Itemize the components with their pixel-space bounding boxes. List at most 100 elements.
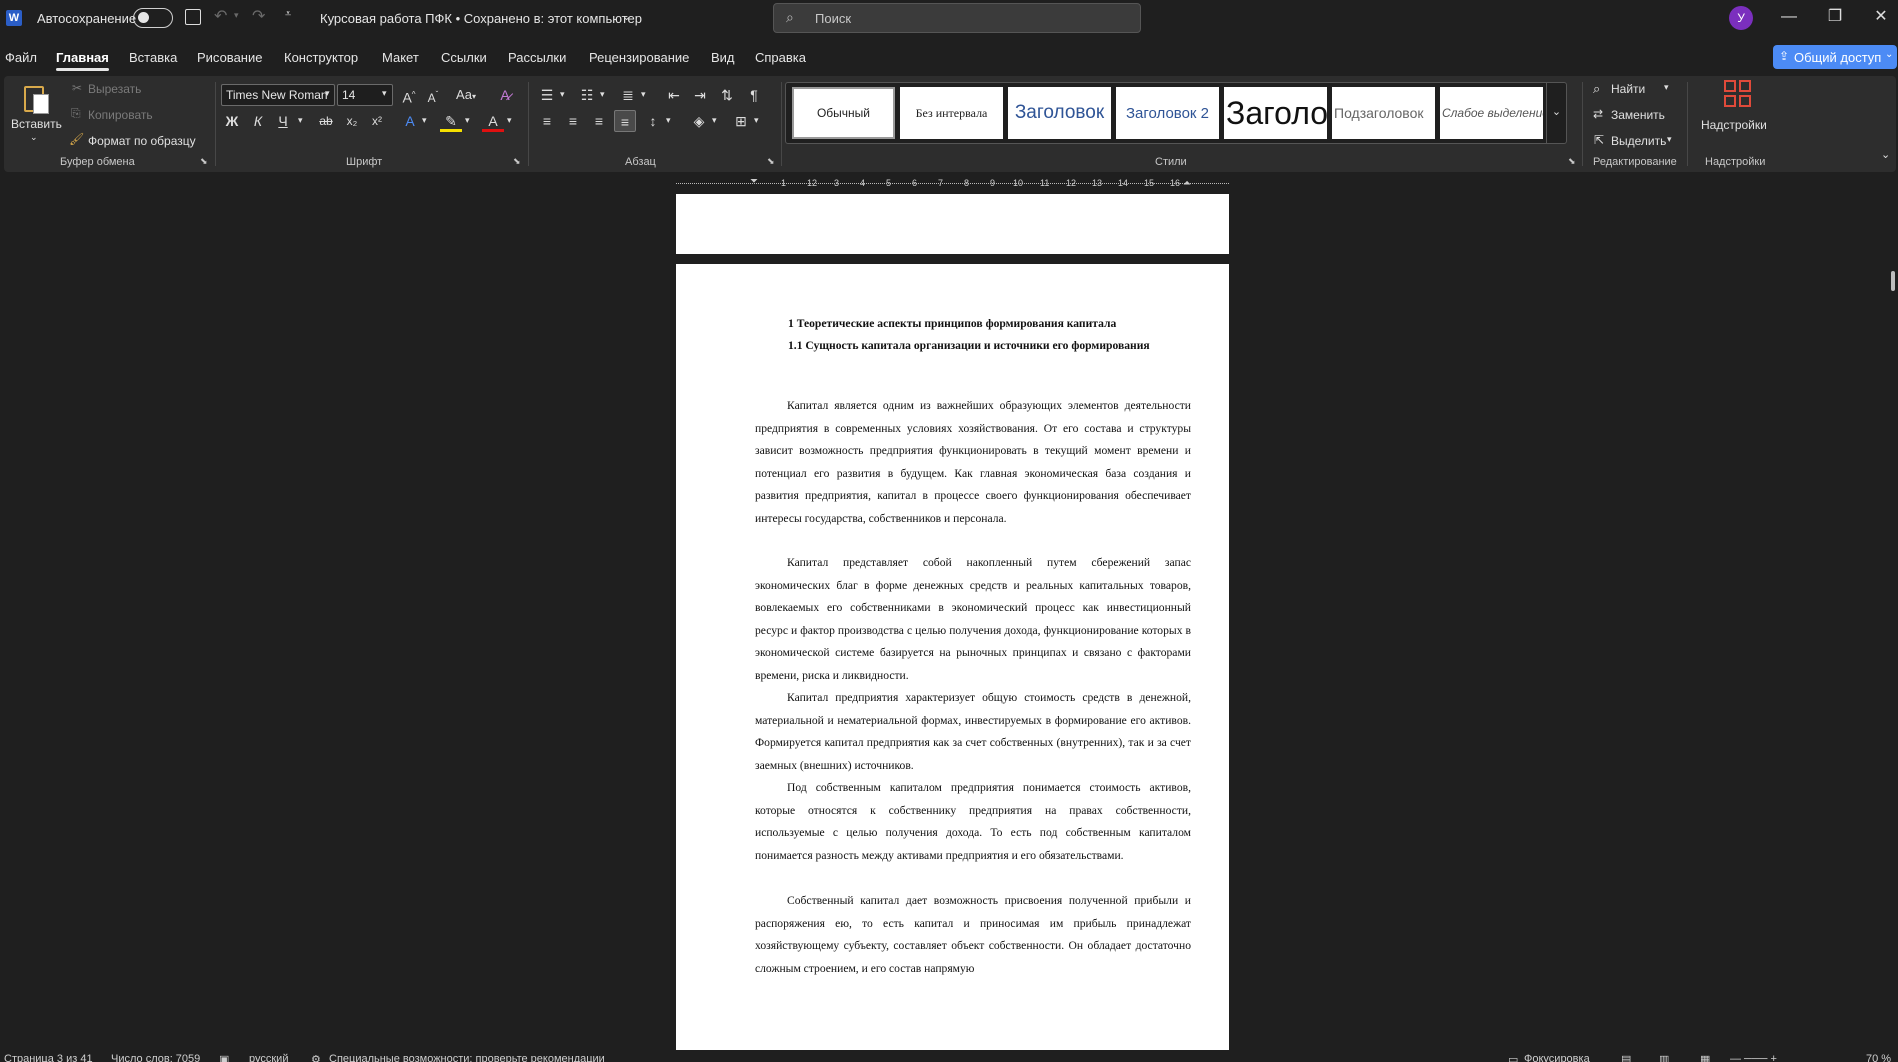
addins-icon[interactable]	[1724, 80, 1752, 108]
paragraph-launcher-icon[interactable]: ⬊	[767, 156, 775, 167]
justify-icon[interactable]: ≡	[614, 110, 636, 132]
paragraph[interactable]: Капитал предприятия характеризует общую …	[755, 687, 1191, 777]
highlight-icon[interactable]: ✎	[440, 110, 462, 132]
paragraph[interactable]: Собственный капитал дает возможность при…	[755, 890, 1191, 980]
tab-layout[interactable]: Макет	[382, 50, 419, 65]
vertical-scrollbar-thumb[interactable]	[1891, 271, 1895, 291]
style-normal[interactable]: Обычный	[792, 87, 895, 139]
multilevel-chevron-icon[interactable]: ▾	[641, 89, 646, 100]
numbering-chevron-icon[interactable]: ▾	[600, 89, 605, 100]
bullets-chevron-icon[interactable]: ▾	[560, 89, 565, 100]
zoom-level[interactable]: 70 %	[1866, 1053, 1891, 1062]
minimize-icon[interactable]: —	[1766, 0, 1812, 36]
style-no-spacing[interactable]: Без интервала	[900, 87, 1003, 139]
superscript-button[interactable]: x²	[366, 110, 388, 132]
borders-icon[interactable]: ⊞	[730, 110, 752, 132]
proofing-icon[interactable]: ▣	[219, 1053, 229, 1062]
numbering-icon[interactable]: ☷	[576, 84, 598, 106]
bold-button[interactable]: Ж	[221, 110, 243, 132]
tab-view[interactable]: Вид	[711, 50, 735, 65]
paste-chevron-icon[interactable]: ⌄	[30, 132, 38, 143]
title-chevron-down-icon[interactable]: ⌄	[622, 10, 631, 23]
font-color-icon[interactable]: A	[482, 110, 504, 132]
shading-icon[interactable]: ◈	[688, 110, 710, 132]
replace-button[interactable]: Заменить	[1611, 108, 1665, 122]
style-subtitle[interactable]: Подзаголовок	[1332, 87, 1435, 139]
tab-insert[interactable]: Вставка	[129, 50, 177, 65]
text-effects-icon[interactable]: A	[399, 110, 421, 132]
show-marks-icon[interactable]: ¶	[743, 84, 765, 106]
align-left-icon[interactable]: ≡	[536, 110, 558, 132]
format-painter-button[interactable]: Формат по образцу	[88, 134, 196, 148]
autosave-toggle[interactable]	[133, 8, 173, 28]
zoom-slider[interactable]: — ─── +	[1730, 1053, 1777, 1062]
select-chevron-icon[interactable]: ▾	[1667, 134, 1672, 145]
tab-file[interactable]: Файл	[5, 50, 37, 65]
search-box[interactable]: ⌕ Поиск	[773, 3, 1141, 33]
accessibility-status[interactable]: Специальные возможности: проверьте реком…	[329, 1053, 605, 1062]
sort-icon[interactable]: ⇅	[716, 84, 738, 106]
tab-review[interactable]: Рецензирование	[589, 50, 689, 65]
close-icon[interactable]: ✕	[1858, 0, 1898, 36]
increase-indent-icon[interactable]: ⇥	[689, 84, 711, 106]
italic-button[interactable]: К	[247, 110, 269, 132]
strikethrough-button[interactable]: ab	[315, 110, 337, 132]
focus-button[interactable]: Фокусировка	[1524, 1053, 1590, 1062]
paragraph[interactable]: Капитал является одним из важнейших обра…	[755, 395, 1191, 531]
shading-chevron-icon[interactable]: ▾	[712, 115, 717, 126]
restore-icon[interactable]: ❐	[1812, 0, 1858, 36]
ruler-indent-marker-icon[interactable]: ⏷	[750, 176, 758, 187]
collapse-ribbon-icon[interactable]: ⌄	[1881, 148, 1890, 161]
font-name-select[interactable]: Times New Roman	[221, 84, 335, 106]
paragraph[interactable]: Капитал представляет собой накопленный п…	[755, 552, 1191, 688]
decrease-indent-icon[interactable]: ⇤	[663, 84, 685, 106]
underline-button[interactable]: Ч	[272, 110, 294, 132]
paste-button[interactable]: Вставить	[11, 117, 62, 131]
align-right-icon[interactable]: ≡	[588, 110, 610, 132]
paragraph[interactable]: Под собственным капиталом предприятия по…	[755, 777, 1191, 867]
clear-formatting-icon[interactable]: A̷	[494, 84, 516, 106]
borders-chevron-icon[interactable]: ▾	[754, 115, 759, 126]
web-layout-icon[interactable]: ▦	[1700, 1053, 1710, 1062]
read-mode-icon[interactable]: ▤	[1621, 1053, 1631, 1062]
undo-dropdown-icon[interactable]: ▾	[234, 10, 239, 21]
find-button[interactable]: Найти	[1611, 82, 1645, 96]
bullets-icon[interactable]: ☰	[536, 84, 558, 106]
copy-button[interactable]: Копировать	[88, 108, 153, 122]
addins-button[interactable]: Надстройки	[1701, 118, 1767, 132]
cut-button[interactable]: Вырезать	[88, 82, 141, 96]
clipboard-launcher-icon[interactable]: ⬊	[200, 156, 208, 167]
tab-home[interactable]: Главная	[56, 50, 109, 71]
word-count[interactable]: Число слов: 7059	[111, 1053, 200, 1062]
undo-icon[interactable]: ↶	[214, 6, 227, 26]
subscript-button[interactable]: x₂	[341, 110, 363, 132]
line-spacing-chevron-icon[interactable]: ▾	[666, 115, 671, 126]
styles-more-icon[interactable]: ⌄	[1546, 83, 1566, 143]
highlight-chevron-icon[interactable]: ▾	[465, 115, 470, 126]
paste-icon[interactable]	[22, 82, 50, 114]
align-center-icon[interactable]: ≡	[562, 110, 584, 132]
select-button[interactable]: Выделить	[1611, 134, 1666, 148]
tab-references[interactable]: Ссылки	[441, 50, 487, 65]
style-heading2[interactable]: Заголовок 2	[1116, 87, 1219, 139]
document-title[interactable]: Курсовая работа ПФК • Сохранено в: этот …	[320, 11, 642, 26]
shrink-font-icon[interactable]: Aˇ	[422, 84, 444, 106]
style-title[interactable]: Заголовок	[1224, 87, 1327, 139]
page-indicator[interactable]: Страница 3 из 41	[4, 1053, 93, 1062]
heading-2[interactable]: 1.1 Сущность капитала организации и исто…	[755, 335, 1191, 358]
avatar[interactable]: У	[1729, 6, 1753, 30]
tab-design[interactable]: Конструктор	[284, 50, 358, 65]
tab-help[interactable]: Справка	[755, 50, 806, 65]
customize-toolbar-icon[interactable]: ⩡	[285, 8, 291, 21]
change-case-button[interactable]: Aa▾	[450, 84, 482, 106]
language-indicator[interactable]: русский	[249, 1053, 288, 1062]
share-button[interactable]: ⇪ Общий доступ ⌄	[1773, 45, 1897, 69]
grow-font-icon[interactable]: A^	[398, 84, 420, 106]
find-chevron-icon[interactable]: ▾	[1664, 82, 1669, 93]
ruler-right-marker-icon[interactable]: ⏶	[1183, 178, 1191, 189]
font-color-chevron-icon[interactable]: ▾	[507, 115, 512, 126]
multilevel-list-icon[interactable]: ≣	[617, 84, 639, 106]
redo-icon[interactable]: ↷	[252, 6, 265, 26]
styles-launcher-icon[interactable]: ⬊	[1568, 156, 1576, 167]
heading-1[interactable]: 1 Теоретические аспекты принципов формир…	[788, 313, 1116, 336]
